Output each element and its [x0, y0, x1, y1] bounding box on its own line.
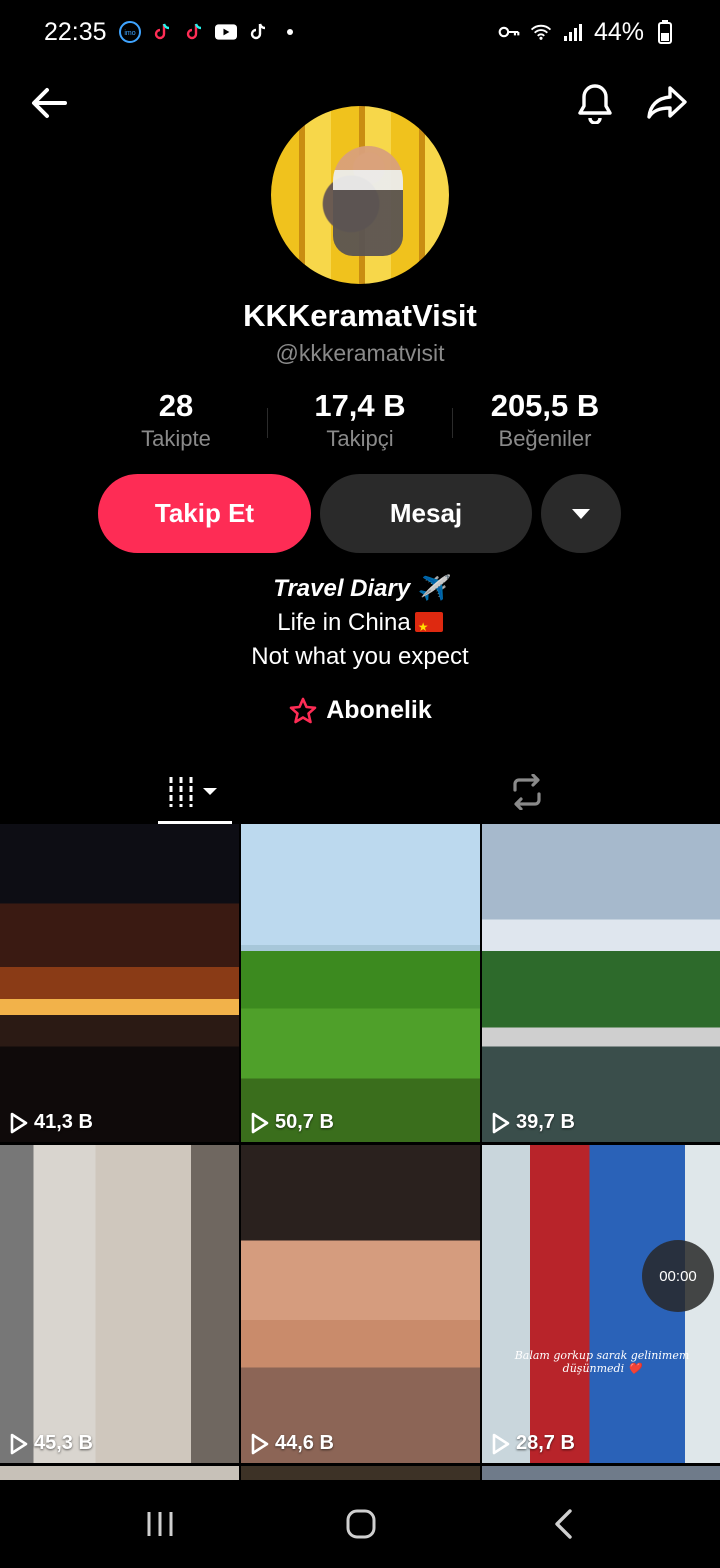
- status-right: 44%: [498, 18, 676, 47]
- system-back-button[interactable]: [533, 1494, 593, 1554]
- video-thumbnail[interactable]: Balam gorkup sarak gelinimem düşünmedi ❤…: [482, 1145, 720, 1463]
- battery-percent: 44%: [593, 17, 644, 46]
- username: @kkkeramatvisit: [275, 340, 445, 366]
- play-icon: [10, 1433, 28, 1454]
- tiktok-icon: [183, 21, 205, 43]
- view-count-label: 41,3 B: [34, 1111, 93, 1133]
- avatar-photo: [333, 146, 403, 256]
- view-count-label: 45,3 B: [34, 1432, 93, 1454]
- recents-button[interactable]: [130, 1494, 190, 1554]
- status-time: 22:35: [44, 17, 107, 46]
- view-count: 45,3 B: [10, 1432, 93, 1455]
- stats: 28 Takipte 17,4 B Takipçi 205,5 B Beğeni…: [0, 388, 720, 458]
- view-count: 41,3 B: [10, 1111, 93, 1134]
- star-badge-icon: [289, 697, 317, 723]
- bio-line: Life in China: [277, 609, 411, 636]
- view-count: 44,6 B: [251, 1432, 334, 1455]
- message-button[interactable]: Mesaj: [320, 474, 532, 553]
- play-icon: [492, 1112, 510, 1133]
- view-count-label: 44,6 B: [275, 1432, 334, 1454]
- avatar[interactable]: [271, 106, 449, 284]
- stat-label: Takipte: [141, 426, 211, 451]
- play-icon: [251, 1112, 269, 1133]
- imo-icon: imo: [118, 21, 141, 43]
- status-bar: 22:35 imo 44%: [0, 0, 720, 64]
- subscription-label: Abonelik: [326, 696, 432, 724]
- display-name: KKKeramatVisit: [243, 298, 477, 333]
- dot-icon: [279, 21, 301, 43]
- video-grid: 41,3 B 50,7 B 39,7 B 45,3 B 44,6 B Balam…: [0, 824, 720, 1482]
- key-icon: [498, 21, 520, 43]
- youtube-icon: [214, 21, 237, 43]
- video-thumbnail[interactable]: 44,6 B: [241, 1145, 480, 1463]
- play-icon: [251, 1433, 269, 1454]
- more-options-button[interactable]: [541, 474, 621, 553]
- stat-followers[interactable]: 17,4 B Takipçi: [260, 388, 460, 452]
- stat-label: Takipçi: [326, 426, 394, 451]
- signal-icon: [562, 21, 584, 43]
- wifi-icon: [530, 21, 552, 43]
- repost-icon: [513, 774, 541, 810]
- stat-label: Beğeniler: [498, 426, 592, 451]
- notification-icons: imo: [118, 21, 301, 43]
- video-thumbnail[interactable]: 41,3 B: [0, 824, 239, 1142]
- profile-actions: Takip Et Mesaj: [0, 474, 720, 554]
- bio: Travel Diary ✈️ Life in China Not what y…: [0, 572, 720, 674]
- china-flag-icon: [414, 610, 443, 644]
- stat-value: 17,4 B: [314, 388, 406, 423]
- notification-button[interactable]: [570, 78, 620, 128]
- svg-text:imo: imo: [124, 30, 135, 37]
- bio-line-wrap: Life in China: [0, 606, 720, 644]
- video-timer[interactable]: 00:00: [642, 1240, 714, 1312]
- tiktok-icon: [247, 21, 269, 43]
- share-icon: [647, 86, 687, 119]
- video-thumbnail[interactable]: 45,3 B: [0, 1145, 239, 1463]
- tab-reposts[interactable]: [490, 762, 564, 822]
- view-count-label: 39,7 B: [516, 1111, 575, 1133]
- view-count-label: 28,7 B: [516, 1432, 575, 1454]
- subscription-link[interactable]: Abonelik: [0, 696, 720, 725]
- recents-icon: [147, 1512, 173, 1536]
- video-thumbnail[interactable]: 50,7 B: [241, 824, 480, 1142]
- view-count: 39,7 B: [492, 1111, 575, 1134]
- arrow-left-icon: [32, 88, 67, 118]
- stat-likes[interactable]: 205,5 B Beğeniler: [445, 388, 645, 452]
- tiktok-icon: [151, 21, 173, 43]
- system-nav-bar: [0, 1480, 720, 1568]
- home-button[interactable]: [331, 1494, 391, 1554]
- stat-following[interactable]: 28 Takipte: [76, 388, 276, 452]
- video-thumbnail[interactable]: 39,7 B: [482, 824, 720, 1142]
- chevron-left-icon: [555, 1509, 572, 1539]
- bio-line: Travel Diary ✈️: [273, 575, 447, 602]
- bio-line: Not what you expect: [251, 643, 469, 670]
- share-button[interactable]: [642, 78, 692, 128]
- video-caption: Balam gorkup sarak gelinimem düşünmedi ❤…: [514, 1349, 690, 1375]
- stat-value: 205,5 B: [490, 388, 600, 423]
- home-icon: [346, 1509, 376, 1539]
- battery-icon: [654, 20, 676, 44]
- view-count: 28,7 B: [492, 1432, 575, 1455]
- tab-videos[interactable]: [158, 762, 232, 822]
- view-count: 50,7 B: [251, 1111, 334, 1134]
- back-button[interactable]: [24, 78, 74, 128]
- bell-icon: [578, 84, 612, 124]
- play-icon: [10, 1112, 28, 1133]
- follow-button[interactable]: Takip Et: [98, 474, 311, 553]
- content-tabs: [0, 762, 720, 824]
- caret-down-icon: [572, 508, 590, 519]
- play-icon: [492, 1433, 510, 1454]
- video-grid-icon: [169, 777, 217, 807]
- view-count-label: 50,7 B: [275, 1111, 334, 1133]
- stat-value: 28: [158, 388, 194, 423]
